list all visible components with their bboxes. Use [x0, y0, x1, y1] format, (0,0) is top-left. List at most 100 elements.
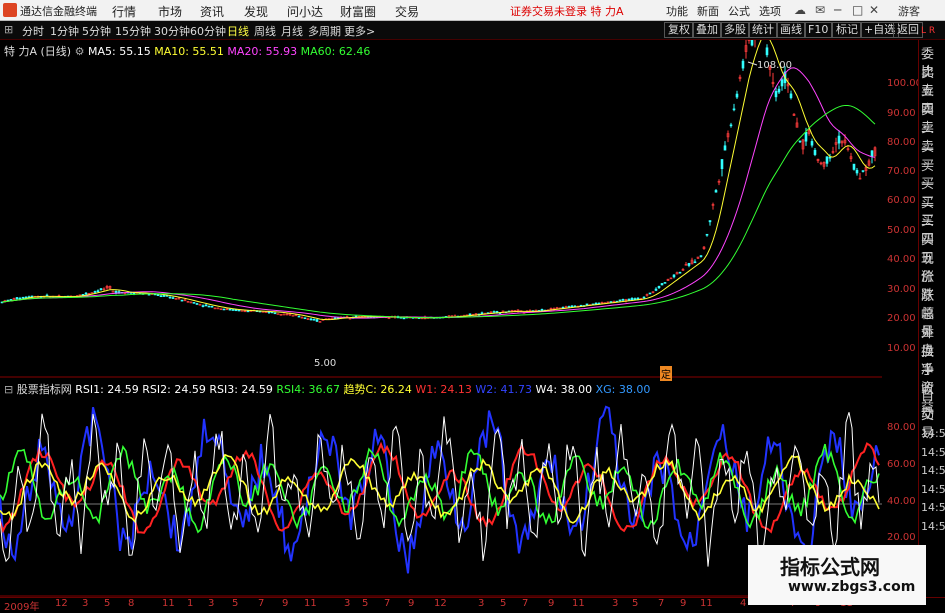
- period-fenshi[interactable]: 分时: [22, 23, 44, 39]
- candle-body: [837, 135, 841, 144]
- indicator-name[interactable]: 股票指标网: [17, 383, 72, 396]
- ma-legend: 特 力A (日线) ⚙ MA5: 55.15 MA10: 55.51 MA20:…: [4, 43, 370, 59]
- period-15min[interactable]: 15分钟: [115, 23, 151, 39]
- indicator-tick: 60.00: [887, 459, 916, 470]
- date-tick: 9: [680, 598, 687, 609]
- candle-body: [195, 303, 199, 305]
- candle-body: [156, 294, 160, 296]
- candle-body: [618, 299, 622, 302]
- candle-body: [729, 124, 733, 127]
- time-label: 14:50: [921, 482, 945, 496]
- candle-body: [210, 305, 214, 308]
- xg-label: XG: 38.00: [595, 383, 651, 396]
- candle-body: [693, 261, 697, 264]
- candle-body: [273, 312, 277, 315]
- menu-zixun[interactable]: 资讯: [200, 3, 224, 20]
- date-tick: 12: [55, 598, 68, 609]
- candle-body: [21, 296, 25, 299]
- date-tick: 7: [258, 598, 265, 609]
- cloud-icon[interactable]: ☁: [794, 3, 806, 17]
- ma10-line: [1, 40, 876, 321]
- title-bar: 通达信金融终端 行情 市场 资讯 发现 问小达 财富圈 交易 证券交易未登录 特…: [0, 0, 945, 21]
- period-5min[interactable]: 5分钟: [82, 23, 111, 39]
- menu-jiaoyi[interactable]: 交易: [395, 3, 419, 20]
- candle-body: [162, 295, 166, 297]
- rsi1-label: RSI1: 24.59: [75, 383, 139, 396]
- date-tick: 2009年: [4, 602, 40, 613]
- period-daily[interactable]: 日线: [227, 23, 249, 39]
- pin-icon[interactable]: ⊞: [4, 23, 13, 36]
- period-toolbar: ⊞ 分时 1分钟 5分钟 15分钟 30分钟 60分钟 日线 周线 月线 多周期…: [0, 21, 945, 40]
- candle-body: [708, 220, 712, 223]
- fuquan-button[interactable]: 复权: [664, 22, 694, 38]
- date-tick: 3: [208, 598, 215, 609]
- f10-button[interactable]: F10: [804, 22, 833, 38]
- date-tick: 9: [408, 598, 415, 609]
- candle-body: [480, 312, 484, 315]
- candle-body: [594, 302, 598, 305]
- candle-body: [192, 302, 196, 304]
- back-button[interactable]: 返回: [893, 22, 923, 38]
- message-icon[interactable]: ✉: [815, 3, 825, 17]
- candle-body: [246, 310, 250, 313]
- menu-faxian[interactable]: 发现: [244, 3, 268, 20]
- candle-body: [570, 305, 574, 308]
- time-label: 14:50: [921, 464, 945, 477]
- legend-icon[interactable]: ⊟: [4, 383, 13, 396]
- watermark: 指标公式网 www.zbgs3.com: [748, 545, 926, 605]
- candle-body: [870, 150, 874, 158]
- menu-shichang[interactable]: 市场: [158, 3, 182, 20]
- menu-xuanxiang[interactable]: 选项: [759, 3, 781, 19]
- candle-body: [810, 141, 814, 146]
- mark-button[interactable]: 标记: [832, 22, 862, 38]
- date-tick: 5: [104, 598, 111, 609]
- date-tick: 5: [232, 598, 239, 609]
- period-60min[interactable]: 60分钟: [190, 23, 226, 39]
- candle-body: [291, 314, 295, 317]
- menu-gongneng[interactable]: 功能: [666, 3, 688, 19]
- menu-wenxiaoda[interactable]: 问小达: [287, 3, 323, 20]
- candle-body: [276, 313, 280, 315]
- app-name: 通达信金融终端: [20, 5, 97, 18]
- candle-body: [657, 285, 661, 289]
- date-tick: 11: [700, 598, 713, 609]
- menu-xinmian[interactable]: 新面: [697, 3, 719, 19]
- date-tick: 5: [632, 598, 639, 609]
- settings-icon[interactable]: ⚙: [75, 45, 85, 58]
- indicator-tick: 20.00: [887, 532, 916, 543]
- candle-body: [240, 310, 244, 312]
- period-monthly[interactable]: 月线: [281, 23, 303, 39]
- period-weekly[interactable]: 周线: [254, 23, 276, 39]
- close-icon[interactable]: ✕: [869, 3, 879, 17]
- maximize-icon[interactable]: □: [852, 3, 863, 17]
- candle-body: [813, 149, 817, 155]
- guest-label[interactable]: 游客: [898, 3, 920, 19]
- panel-top-label[interactable]: L R: [921, 26, 935, 36]
- candle-body: [204, 304, 208, 307]
- date-tick: 7: [384, 598, 391, 609]
- period-more[interactable]: 更多>: [344, 23, 375, 39]
- period-multi[interactable]: 多周期: [308, 23, 341, 39]
- watermark-url: www.zbgs3.com: [788, 579, 916, 595]
- candle-body: [798, 140, 802, 143]
- draw-line-button[interactable]: 画线: [776, 22, 806, 38]
- kline-chart[interactable]: [0, 40, 882, 378]
- multi-stock-button[interactable]: 多股: [720, 22, 750, 38]
- candle-body: [705, 233, 709, 236]
- menu-gongshi[interactable]: 公式: [728, 3, 750, 19]
- candle-body: [222, 308, 226, 311]
- candle-body: [315, 319, 319, 322]
- period-1min[interactable]: 1分钟: [50, 23, 79, 39]
- overlay-button[interactable]: 叠加: [692, 22, 722, 38]
- minimize-icon[interactable]: ─: [834, 3, 841, 17]
- candle-body: [750, 40, 754, 46]
- menu-caifuquan[interactable]: 财富圈: [340, 3, 376, 20]
- candle-body: [855, 169, 859, 174]
- price-tick: 30.00: [887, 284, 916, 295]
- period-30min[interactable]: 30分钟: [154, 23, 190, 39]
- date-tick: 5: [500, 598, 507, 609]
- low-price-label: 5.00: [314, 358, 337, 369]
- stats-button[interactable]: 统计: [748, 22, 778, 38]
- candle-body: [312, 318, 316, 321]
- menu-hangqing[interactable]: 行情: [112, 3, 136, 20]
